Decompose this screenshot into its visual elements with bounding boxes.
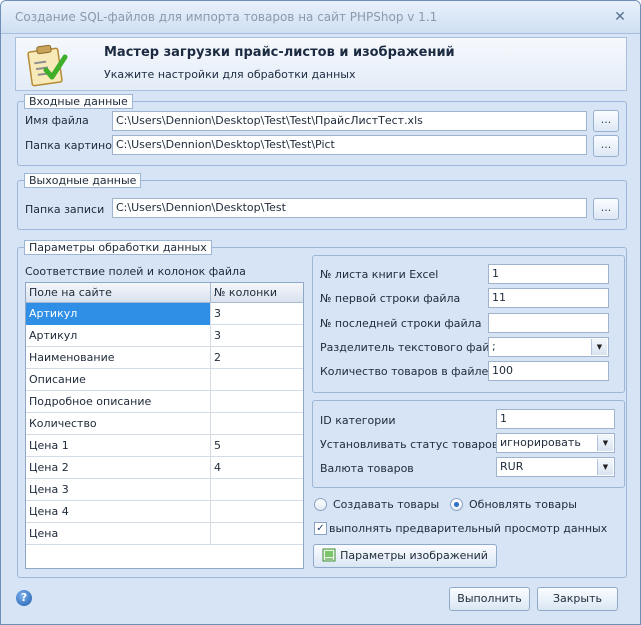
sheet-input[interactable]: 1: [488, 264, 609, 284]
column-cell[interactable]: 3: [211, 325, 303, 347]
output-browse-button[interactable]: ...: [593, 198, 619, 220]
input-data-legend: Входные данные: [24, 94, 133, 109]
table-row[interactable]: Наименование 2: [26, 347, 303, 369]
params-legend: Параметры обработки данных: [24, 240, 212, 255]
update-products-radio[interactable]: [450, 498, 463, 511]
table-row[interactable]: Цена 4: [26, 501, 303, 523]
category-input[interactable]: 1: [496, 409, 615, 429]
table-row[interactable]: Количество: [26, 413, 303, 435]
title-bar[interactable]: Создание SQL-файлов для импорта товаров …: [1, 1, 640, 34]
field-cell[interactable]: Артикул: [26, 325, 211, 347]
output-folder-input[interactable]: C:\Users\Dennion\Desktop\Test: [112, 198, 587, 218]
column-cell[interactable]: [211, 501, 303, 523]
status-label: Установливать статус товаров: [320, 438, 499, 451]
field-cell[interactable]: Количество: [26, 413, 211, 435]
output-data-legend: Выходные данные: [24, 173, 142, 188]
update-products-label[interactable]: Обновлять товары: [469, 498, 577, 511]
chevron-down-icon[interactable]: ▼: [591, 339, 607, 355]
field-cell[interactable]: Цена 4: [26, 501, 211, 523]
category-label: ID категории: [320, 414, 396, 427]
field-cell[interactable]: Описание: [26, 369, 211, 391]
table-row[interactable]: Описание: [26, 369, 303, 391]
currency-select[interactable]: RUR ▼: [496, 457, 615, 477]
field-cell[interactable]: Цена 2: [26, 457, 211, 479]
table-row[interactable]: Цена 15: [26, 435, 303, 457]
help-icon[interactable]: ?: [16, 590, 32, 606]
field-cell[interactable]: Цена: [26, 523, 211, 545]
wizard-header: Мастер загрузки прайс-листов и изображен…: [15, 37, 627, 91]
close-icon[interactable]: ✕: [610, 7, 630, 27]
window-title: Создание SQL-файлов для импорта товаров …: [15, 10, 438, 24]
currency-label: Валюта товаров: [320, 462, 414, 475]
column-cell[interactable]: 2: [211, 347, 303, 369]
separator-value: ;: [492, 340, 496, 353]
preview-checkbox[interactable]: ✓: [314, 522, 327, 535]
count-input[interactable]: 100: [488, 361, 609, 381]
file-browse-button[interactable]: ...: [593, 110, 619, 132]
chevron-down-icon[interactable]: ▼: [597, 459, 613, 475]
column-cell[interactable]: [211, 391, 303, 413]
wizard-subtitle: Укажите настройки для обработки данных: [104, 68, 356, 81]
chevron-down-icon[interactable]: ▼: [597, 435, 613, 451]
table-row[interactable]: Артикул 3: [26, 303, 303, 325]
field-mapping-grid[interactable]: Поле на сайте № колонки Артикул 3 Артикул 3…: [25, 282, 304, 569]
column-cell[interactable]: [211, 369, 303, 391]
create-products-radio[interactable]: [314, 498, 327, 511]
grid-header-column[interactable]: № колонки: [211, 283, 303, 303]
separator-label: Разделитель текстового файла: [320, 341, 504, 354]
column-cell[interactable]: 5: [211, 435, 303, 457]
field-cell[interactable]: Артикул: [26, 303, 211, 325]
image-params-button[interactable]: Параметры изображений: [313, 544, 497, 568]
separator-select[interactable]: ; ▼: [488, 337, 609, 357]
create-products-label[interactable]: Создавать товары: [333, 498, 439, 511]
column-cell[interactable]: [211, 523, 303, 545]
column-cell[interactable]: 4: [211, 457, 303, 479]
status-select[interactable]: игнорировать ▼: [496, 433, 615, 453]
checklist-icon: [27, 44, 68, 87]
count-label: Количество товаров в файле: [320, 365, 489, 378]
table-row[interactable]: Цена 24: [26, 457, 303, 479]
first-row-label: № первой строки файла: [320, 292, 461, 305]
last-row-label: № последней строки файла: [320, 317, 482, 330]
preview-label[interactable]: выполнять предварительный просмотр данны…: [329, 522, 607, 535]
output-folder-label: Папка записи: [25, 203, 105, 216]
output-data-group: Выходные данные Папка записи C:\Users\De…: [17, 173, 627, 230]
wizard-title: Мастер загрузки прайс-листов и изображен…: [104, 45, 455, 60]
field-cell[interactable]: Цена 3: [26, 479, 211, 501]
close-button[interactable]: Закрыть: [537, 587, 618, 611]
table-row[interactable]: Цена: [26, 523, 303, 545]
images-browse-button[interactable]: ...: [593, 135, 619, 157]
last-row-input[interactable]: [488, 313, 609, 333]
input-data-group: Входные данные Имя файла C:\Users\Dennio…: [17, 94, 627, 166]
images-folder-label: Папка картинок: [25, 139, 119, 152]
column-cell[interactable]: [211, 413, 303, 435]
mapping-caption: Соответствие полей и колонок файла: [25, 265, 246, 278]
column-cell[interactable]: [211, 479, 303, 501]
table-row[interactable]: Цена 3: [26, 479, 303, 501]
currency-value: RUR: [500, 460, 524, 473]
table-row[interactable]: Артикул 3: [26, 325, 303, 347]
image-settings-icon: [322, 548, 336, 562]
sheet-label: № листа книги Excel: [320, 268, 439, 281]
field-cell[interactable]: Цена 1: [26, 435, 211, 457]
grid-header-field[interactable]: Поле на сайте: [26, 283, 211, 303]
images-folder-input[interactable]: C:\Users\Dennion\Desktop\Test\Test\Pict: [112, 135, 587, 155]
file-label: Имя файла: [25, 114, 89, 127]
status-value: игнорировать: [500, 436, 581, 449]
table-row[interactable]: Подробное описание: [26, 391, 303, 413]
field-cell[interactable]: Подробное описание: [26, 391, 211, 413]
run-button[interactable]: Выполнить: [449, 587, 530, 611]
file-input[interactable]: C:\Users\Dennion\Desktop\Test\Test\Прайс…: [112, 111, 587, 131]
image-params-label: Параметры изображений: [340, 549, 488, 562]
grid-header: Поле на сайте № колонки: [26, 283, 303, 303]
field-cell[interactable]: Наименование: [26, 347, 211, 369]
column-cell[interactable]: 3: [211, 303, 303, 325]
first-row-input[interactable]: 11: [488, 288, 609, 308]
main-window: Создание SQL-файлов для импорта товаров …: [0, 0, 641, 625]
